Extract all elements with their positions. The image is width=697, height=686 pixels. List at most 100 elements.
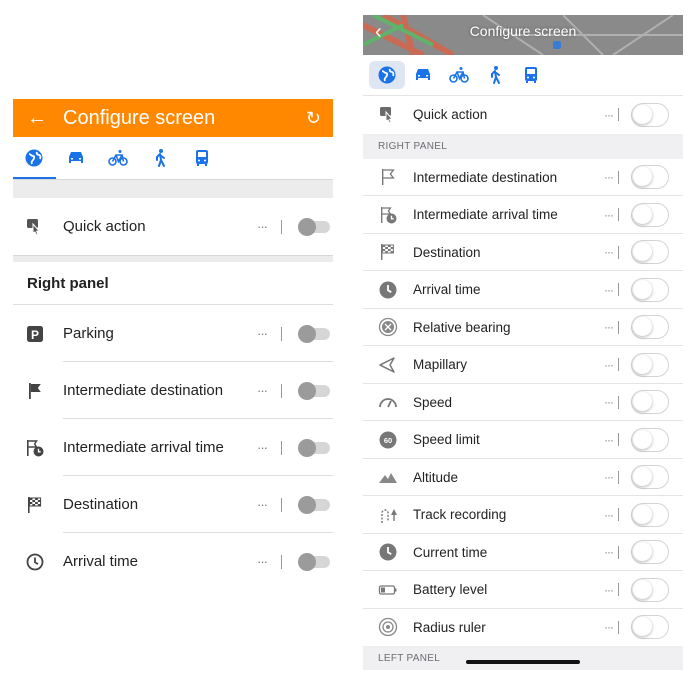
widget-row-arrival-time[interactable]: Arrival time ··· — [13, 533, 333, 590]
arrow-left-icon[interactable]: ← — [27, 107, 63, 130]
toggle-switch[interactable] — [631, 277, 669, 302]
reset-icon[interactable]: ↻ — [306, 108, 321, 129]
divider — [281, 383, 282, 398]
page-title: Configure screen — [469, 23, 577, 39]
more-options-icon[interactable]: ··· — [604, 108, 618, 122]
widget-row-track-recording[interactable]: Track recording ··· — [363, 496, 683, 534]
tab-pedestrian[interactable] — [477, 61, 513, 89]
widget-row-intermediate-arrival-time[interactable]: Intermediate arrival time ··· — [13, 419, 333, 476]
tab-car[interactable] — [405, 61, 441, 89]
divider — [618, 620, 619, 634]
widget-row-parking[interactable]: P Parking ··· — [13, 305, 333, 362]
flag-clock-icon — [13, 438, 63, 458]
tab-car[interactable] — [55, 137, 97, 179]
divider — [618, 433, 619, 447]
widget-label: Speed — [413, 394, 453, 410]
widget-row-altitude[interactable]: Altitude ··· — [363, 458, 683, 496]
ios-screen: ‹ Configure screen Quick action ··· RIGH… — [363, 15, 683, 670]
home-indicator[interactable] — [466, 660, 580, 664]
widget-label: Track recording — [413, 507, 507, 523]
widget-row-relative-bearing[interactable]: Relative bearing ··· — [363, 308, 683, 346]
widget-row-destination[interactable]: Destination ··· — [13, 476, 333, 533]
toggle-switch[interactable] — [298, 495, 330, 514]
toggle-switch[interactable] — [298, 381, 330, 400]
more-options-icon[interactable]: ··· — [604, 545, 618, 559]
toggle-switch[interactable] — [631, 615, 669, 640]
widget-label: Intermediate arrival time — [413, 207, 558, 223]
more-options-icon[interactable]: ··· — [257, 219, 281, 234]
more-options-icon[interactable]: ··· — [604, 433, 618, 447]
checkered-flag-icon — [13, 495, 63, 515]
more-options-icon[interactable]: ··· — [604, 320, 618, 334]
widget-row-speed-limit[interactable]: 60 Speed limit ··· — [363, 421, 683, 459]
toggle-switch[interactable] — [298, 438, 330, 457]
tab-bicycle[interactable] — [441, 61, 477, 89]
radius-ruler-icon — [363, 617, 413, 637]
more-options-icon[interactable]: ··· — [257, 326, 281, 341]
widget-row-radius-ruler[interactable]: Radius ruler ··· — [363, 608, 683, 646]
toggle-switch[interactable] — [631, 202, 669, 227]
toggle-switch[interactable] — [631, 540, 669, 565]
mountain-icon — [363, 467, 413, 487]
tab-bus[interactable] — [513, 61, 549, 89]
divider — [618, 545, 619, 559]
toggle-switch[interactable] — [631, 577, 669, 602]
widget-label: Altitude — [413, 469, 459, 485]
more-options-icon[interactable]: ··· — [604, 283, 618, 297]
more-options-icon[interactable]: ··· — [604, 358, 618, 372]
divider — [618, 283, 619, 297]
tab-browse-map[interactable] — [13, 137, 55, 179]
toggle-switch[interactable] — [631, 102, 669, 127]
more-options-icon[interactable]: ··· — [604, 395, 618, 409]
toggle-switch[interactable] — [631, 240, 669, 265]
widget-label: Battery level — [413, 582, 488, 598]
widget-row-speed[interactable]: Speed ··· — [363, 383, 683, 421]
toggle-switch[interactable] — [631, 465, 669, 490]
divider — [281, 219, 282, 234]
more-options-icon[interactable]: ··· — [604, 170, 618, 184]
checkered-flag-icon — [363, 242, 413, 262]
widget-row-quick-action[interactable]: Quick action ··· — [13, 198, 333, 255]
tab-browse-map[interactable] — [369, 61, 405, 89]
widget-row-intermediate-destination[interactable]: Intermediate destination ··· — [13, 362, 333, 419]
widget-row-mapillary[interactable]: Mapillary ··· — [363, 346, 683, 384]
more-options-icon[interactable]: ··· — [604, 245, 618, 259]
more-options-icon[interactable]: ··· — [257, 440, 281, 455]
toggle-switch[interactable] — [298, 324, 330, 343]
more-options-icon[interactable]: ··· — [604, 620, 618, 634]
widget-label: Intermediate arrival time — [63, 439, 224, 456]
widget-row-quick-action[interactable]: Quick action ··· — [363, 95, 683, 134]
more-options-icon[interactable]: ··· — [604, 583, 618, 597]
widget-row-current-time[interactable]: Current time ··· — [363, 533, 683, 571]
toggle-switch[interactable] — [631, 502, 669, 527]
more-options-icon[interactable]: ··· — [257, 383, 281, 398]
tab-bus[interactable] — [181, 137, 223, 179]
more-options-icon[interactable]: ··· — [257, 554, 281, 569]
more-options-icon[interactable]: ··· — [257, 497, 281, 512]
tab-pedestrian[interactable] — [139, 137, 181, 179]
widget-row-battery-level[interactable]: Battery level ··· — [363, 571, 683, 609]
more-options-icon[interactable]: ··· — [604, 470, 618, 484]
toggle-switch[interactable] — [631, 390, 669, 415]
widget-row-destination[interactable]: Destination ··· — [363, 233, 683, 271]
toggle-switch[interactable] — [631, 315, 669, 340]
toggle-switch[interactable] — [631, 427, 669, 452]
widget-label: Arrival time — [413, 282, 481, 298]
more-options-icon[interactable]: ··· — [604, 508, 618, 522]
widget-row-intermediate-arrival-time[interactable]: Intermediate arrival time ··· — [363, 196, 683, 234]
pedestrian-icon — [156, 149, 165, 167]
widget-label: Relative bearing — [413, 319, 511, 335]
widget-row-intermediate-destination[interactable]: Intermediate destination ··· — [363, 158, 683, 196]
widget-label: Arrival time — [63, 553, 139, 570]
widget-label: Intermediate destination — [413, 169, 558, 185]
widget-label: Intermediate destination — [63, 382, 224, 399]
toggle-switch[interactable] — [298, 217, 330, 236]
track-recording-icon — [363, 505, 413, 525]
toggle-switch[interactable] — [298, 552, 330, 571]
widget-row-arrival-time[interactable]: Arrival time ··· — [363, 271, 683, 309]
more-options-icon[interactable]: ··· — [604, 208, 618, 222]
tab-bicycle[interactable] — [97, 137, 139, 179]
divider — [281, 554, 282, 569]
toggle-switch[interactable] — [631, 165, 669, 190]
toggle-switch[interactable] — [631, 352, 669, 377]
